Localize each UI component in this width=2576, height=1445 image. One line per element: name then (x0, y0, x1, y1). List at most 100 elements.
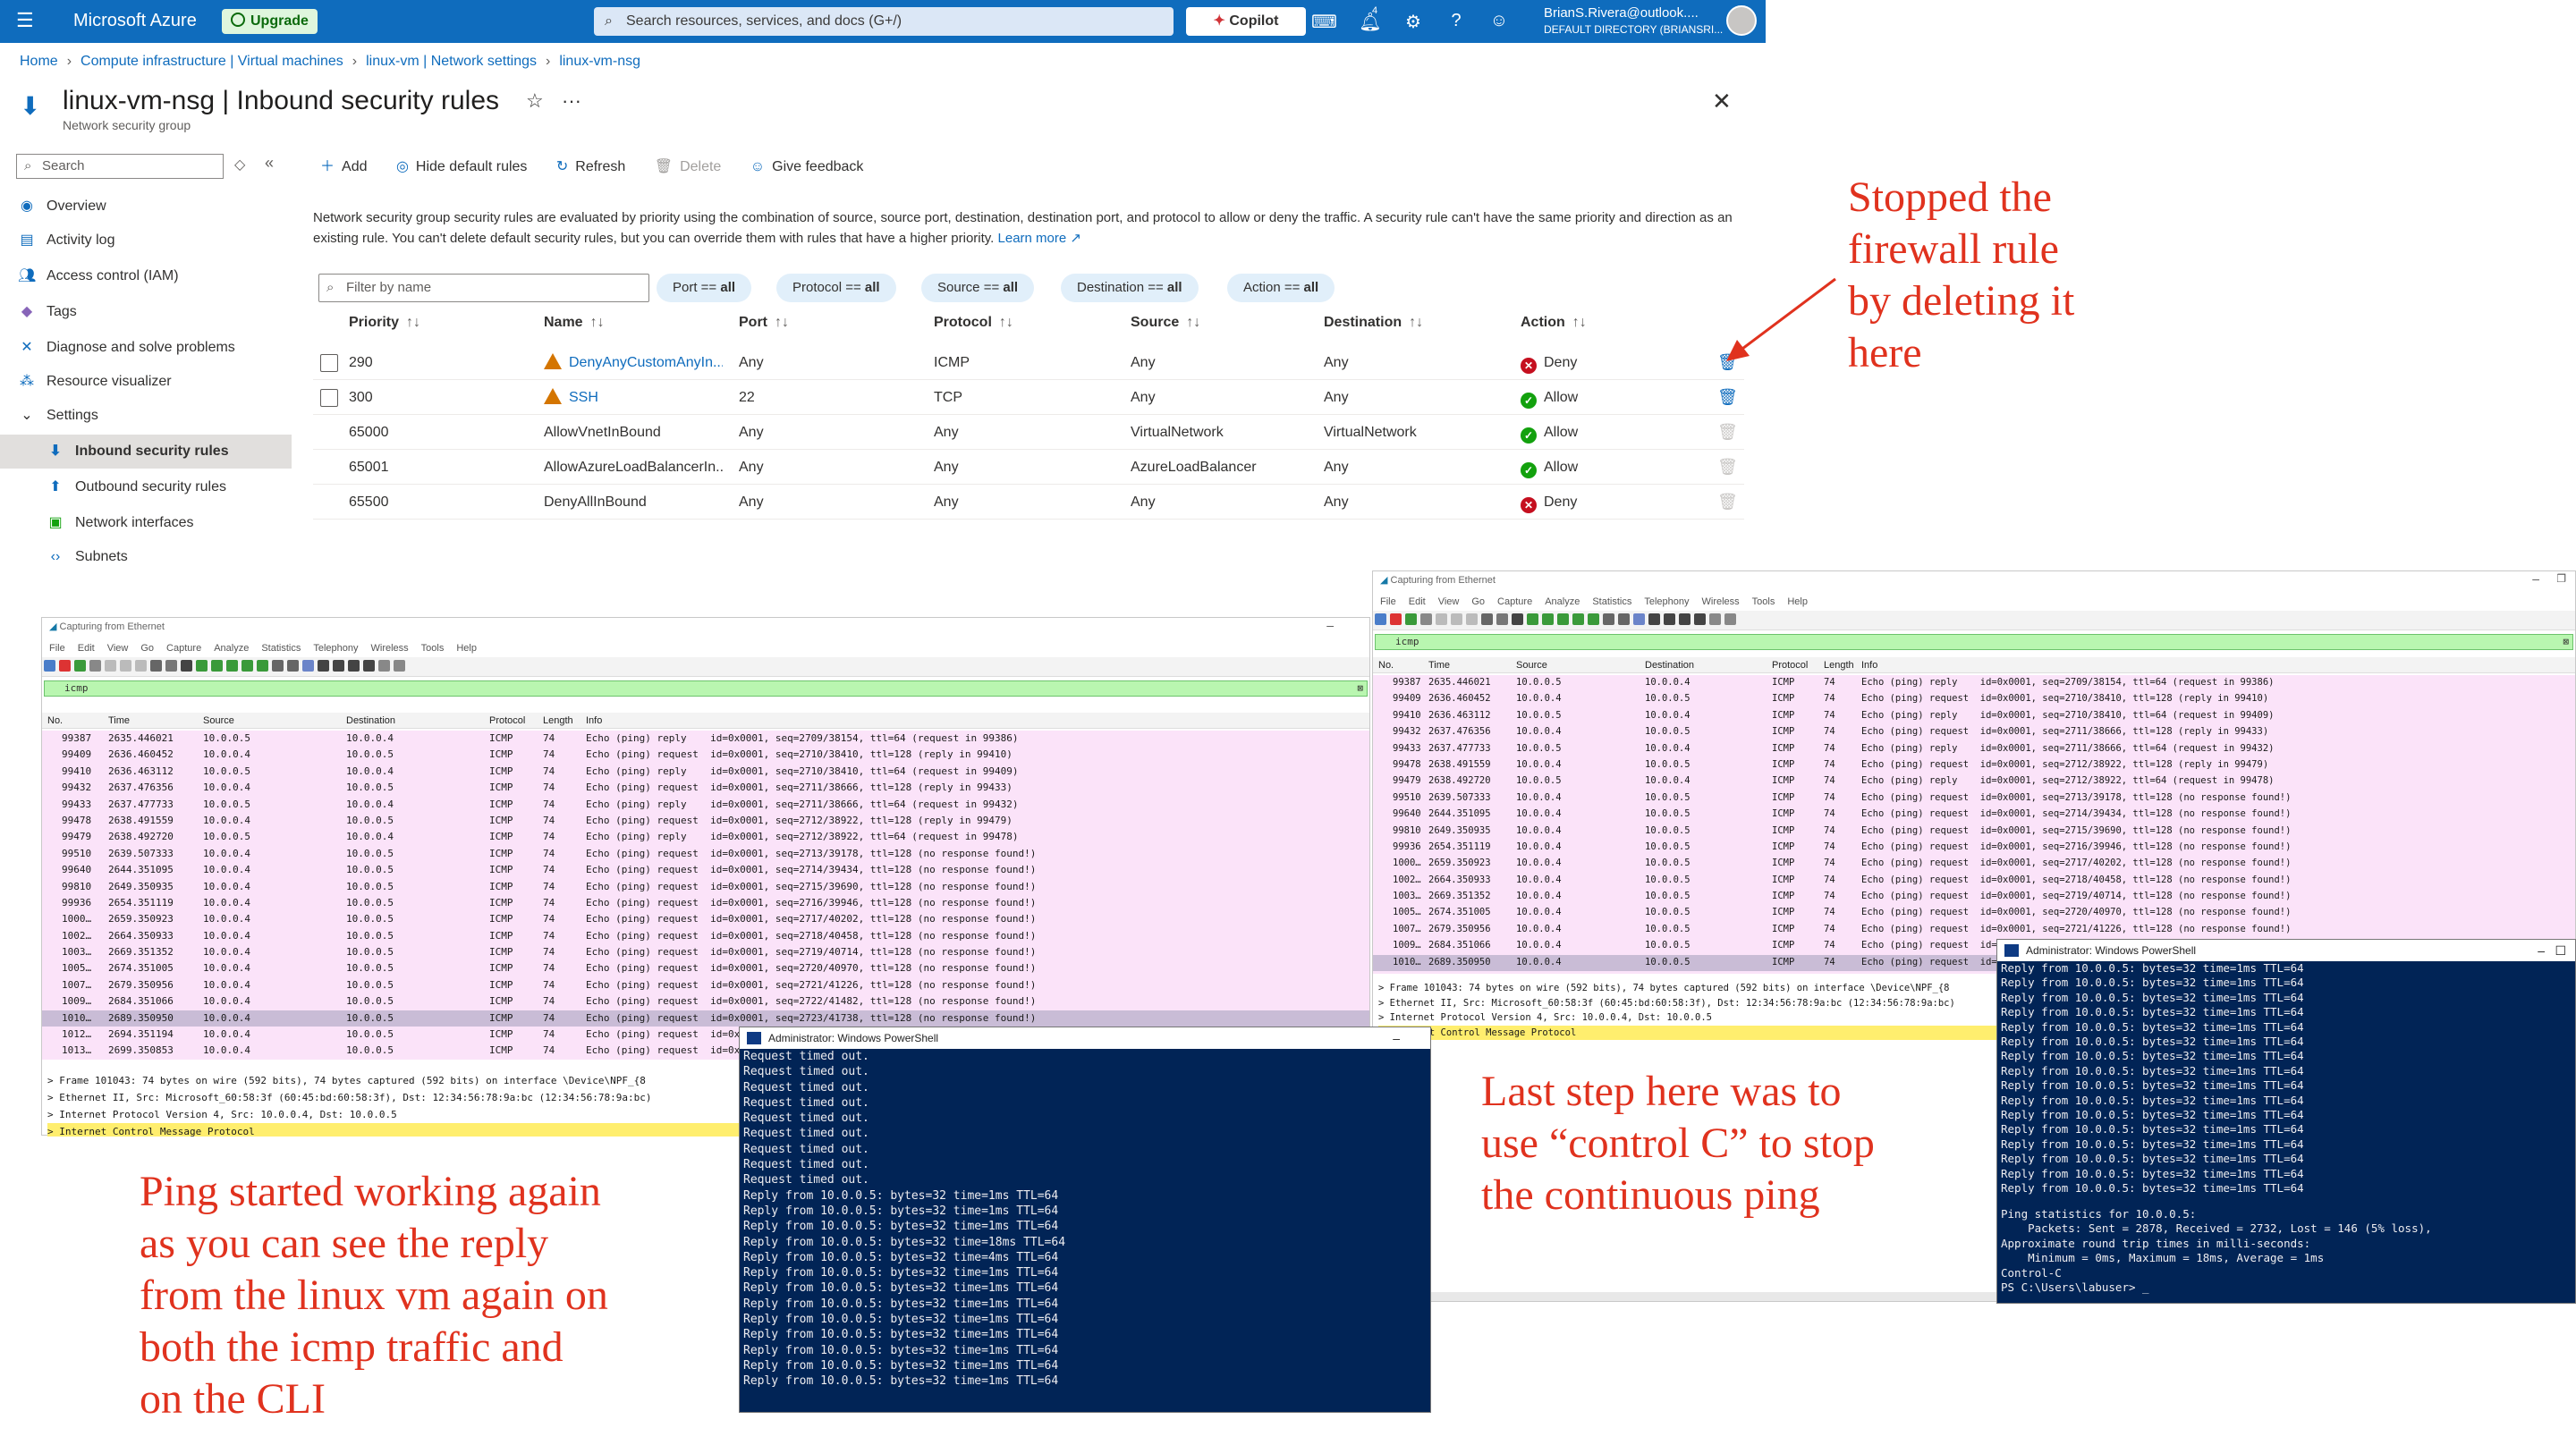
rule-row[interactable]: 300 SSH 22 TCP Any Any ✓ Allow 🗑︎ (313, 380, 1744, 415)
clear-filter-icon[interactable]: ⊠ (1357, 681, 1363, 696)
menu-item[interactable]: File (1380, 596, 1396, 607)
menu-item[interactable]: Statistics (1592, 596, 1631, 607)
detail-tree-item[interactable]: > Frame 101043: 74 bytes on wire (592 bi… (47, 1072, 763, 1089)
col-protocol[interactable]: Protocol (1772, 657, 1808, 673)
column-header-priority[interactable]: Priority ↑↓ (349, 315, 420, 331)
sidebar-item-network-interfaces[interactable]: ▣ Network interfaces (47, 506, 193, 540)
menu-item[interactable]: File (49, 643, 65, 654)
detail-tree-item[interactable]: > Ethernet II, Src: Microsoft_60:58:3f (… (47, 1089, 763, 1106)
row-checkbox[interactable] (320, 389, 338, 407)
packet-row[interactable]: 99510 2639.507333 10.0.0.4 10.0.0.5 ICMP 74 Ec… (42, 845, 1369, 863)
breadcrumb-nsg[interactable]: linux-vm-nsg (559, 54, 640, 69)
col-time[interactable]: Time (108, 713, 130, 729)
cell-name[interactable]: DenyAnyCustomAnyIn... (544, 345, 723, 380)
toolbar-button-icon[interactable] (1648, 613, 1660, 625)
delete-rule-icon[interactable]: 🗑︎ (1717, 387, 1738, 407)
minimize-icon[interactable]: – (1326, 618, 1334, 632)
toolbar-button-icon[interactable] (1694, 613, 1706, 625)
detail-tree-item[interactable]: > Internet Protocol Version 4, Src: 10.0… (1378, 1010, 2004, 1026)
powershell-output[interactable]: Request timed out. Request timed out. Requ… (740, 1049, 1430, 1390)
column-header-action[interactable]: Action ↑↓ (1521, 315, 1587, 331)
display-filter-input[interactable]: icmp ⊠ (44, 680, 1368, 697)
column-header-destination[interactable]: Destination ↑↓ (1324, 315, 1423, 331)
sidebar-item-resource-visualizer[interactable]: ⁂ Resource visualizer (18, 365, 172, 399)
account-info[interactable]: BrianS.Rivera@outlook.... DEFAULT DIRECT… (1544, 5, 1723, 38)
toolbar-button-icon[interactable] (363, 660, 375, 672)
toolbar-button-icon[interactable] (150, 660, 162, 672)
toolbar-button-icon[interactable] (1633, 613, 1645, 625)
sort-menu-icon[interactable]: ◇ (234, 156, 245, 173)
packet-row[interactable]: 99387 2635.446021 10.0.0.5 10.0.0.4 ICMP 74 Ec… (42, 731, 1369, 748)
col-info[interactable]: Info (1861, 657, 1877, 673)
maximize-icon[interactable]: ☐ (2555, 940, 2566, 961)
breadcrumb-home[interactable]: Home (20, 54, 58, 69)
packet-row[interactable]: 99410 2636.463112 10.0.0.5 10.0.0.4 ICMP 74 Ec… (42, 763, 1369, 781)
expand-arrow-icon[interactable]: > (47, 1092, 59, 1103)
expand-arrow-icon[interactable]: > (47, 1075, 59, 1086)
packet-row[interactable]: 99432 2637.476356 10.0.0.4 10.0.0.5 ICMP 74 Ec… (1373, 724, 2575, 741)
rule-row[interactable]: 65500 DenyAllInBound Any Any Any Any ✕ Deny 🗑︎ (313, 485, 1744, 520)
global-search-input[interactable]: ⌕ Search resources, services, and docs (G… (594, 7, 1174, 36)
notifications-icon[interactable]: 🔔︎ 4 (1358, 5, 1383, 33)
toolbar-button-icon[interactable] (287, 660, 299, 672)
sidebar-item-subnets[interactable]: ‹› Subnets (47, 540, 128, 574)
packet-row[interactable]: 99433 2637.477733 10.0.0.5 10.0.0.4 ICMP 74 Ec… (1373, 740, 2575, 757)
menu-item[interactable]: View (107, 643, 129, 654)
toolbar-button-icon[interactable] (1481, 613, 1493, 625)
menu-item[interactable]: Go (140, 643, 154, 654)
detail-tree-item[interactable]: > Internet Control Message Protocol (47, 1123, 763, 1137)
toolbar-button-icon[interactable] (1588, 613, 1599, 625)
close-blade-icon[interactable]: ✕ (1712, 88, 1732, 115)
menu-item[interactable]: Wireless (371, 643, 409, 654)
toolbar-button-icon[interactable] (135, 660, 147, 672)
sidebar-item-overview[interactable]: ◉ Overview (18, 190, 106, 224)
copilot-button[interactable]: ✦ Copilot (1186, 7, 1306, 36)
feedback-icon[interactable]: ☺ (1487, 11, 1512, 31)
toolbar-button-icon[interactable] (1466, 613, 1478, 625)
toolbar-button-icon[interactable] (394, 660, 405, 672)
expand-arrow-icon[interactable]: > (1378, 998, 1390, 1009)
menu-item[interactable]: Help (1787, 596, 1808, 607)
source-filter-pill[interactable]: Source == all (921, 274, 1035, 302)
col-destination[interactable]: Destination (346, 713, 395, 729)
delete-button[interactable]: 🗑︎ Delete (655, 157, 722, 175)
packet-row[interactable]: 1005… 2674.351005 10.0.0.4 10.0.0.5 ICMP 74 Ec… (1373, 905, 2575, 922)
detail-tree-item[interactable]: > Frame 101043: 74 bytes on wire (592 bi… (1378, 981, 2004, 996)
packet-row[interactable]: 99387 2635.446021 10.0.0.5 10.0.0.4 ICMP 74 Ec… (1373, 675, 2575, 692)
give-feedback-button[interactable]: ☺ Give feedback (750, 159, 864, 175)
menu-search-input[interactable]: ⌕ Search (16, 154, 224, 179)
detail-tree-item[interactable]: > Internet Control Message Protocol (1378, 1025, 2004, 1040)
packet-row[interactable]: 99640 2644.351095 10.0.0.4 10.0.0.5 ICMP 74 Ec… (1373, 807, 2575, 824)
sidebar-item-outbound-rules[interactable]: ⬆ Outbound security rules (47, 470, 226, 504)
toolbar-button-icon[interactable] (1557, 613, 1569, 625)
col-source[interactable]: Source (203, 713, 234, 729)
packet-row[interactable]: 99432 2637.476356 10.0.0.4 10.0.0.5 ICMP 74 Ec… (42, 780, 1369, 797)
toolbar-button-icon[interactable] (272, 660, 284, 672)
toolbar-button-icon[interactable] (1527, 613, 1538, 625)
toolbar-button-icon[interactable] (1512, 613, 1523, 625)
toolbar-button-icon[interactable] (257, 660, 268, 672)
sidebar-item-iam[interactable]: 👥︎ Access control (IAM) (18, 259, 179, 293)
packet-row[interactable]: 99478 2638.491559 10.0.0.4 10.0.0.5 ICMP 74 Ec… (1373, 756, 2575, 774)
menu-item[interactable]: Capture (166, 643, 201, 654)
toolbar-button-icon[interactable] (1542, 613, 1554, 625)
powershell-output[interactable]: Reply from 10.0.0.5: bytes=32 time=1ms T… (1997, 961, 2575, 1295)
col-time[interactable]: Time (1428, 657, 1450, 673)
packet-row[interactable]: 99640 2644.351095 10.0.0.4 10.0.0.5 ICMP 74 Ec… (42, 862, 1369, 879)
column-header-port[interactable]: Port ↑↓ (739, 315, 789, 331)
packet-row[interactable]: 1003… 2669.351352 10.0.0.4 10.0.0.5 ICMP 74 Ec… (1373, 889, 2575, 906)
settings-gear-icon[interactable]: ⚙ (1401, 11, 1426, 33)
packet-row[interactable]: 99479 2638.492720 10.0.0.5 10.0.0.4 ICMP 74 Ec… (1373, 773, 2575, 790)
toolbar-button-icon[interactable] (74, 660, 86, 672)
menu-item[interactable]: Help (456, 643, 477, 654)
toolbar-button-icon[interactable] (302, 660, 314, 672)
col-length[interactable]: Length (543, 713, 573, 729)
toolbar-button-icon[interactable] (1451, 613, 1462, 625)
avatar[interactable] (1726, 5, 1757, 36)
packet-row[interactable]: 99478 2638.491559 10.0.0.4 10.0.0.5 ICMP 74 Ec… (42, 812, 1369, 830)
add-button[interactable]: ＋ Add (320, 154, 367, 175)
packet-row[interactable]: 1005… 2674.351005 10.0.0.4 10.0.0.5 ICMP 74 Ec… (42, 960, 1369, 977)
rule-row[interactable]: 65001 AllowAzureLoadBalancerIn... Any Any Az… (313, 450, 1744, 485)
packet-row[interactable]: 99936 2654.351119 10.0.0.4 10.0.0.5 ICMP 74 Ec… (42, 894, 1369, 912)
toolbar-button-icon[interactable] (1664, 613, 1675, 625)
